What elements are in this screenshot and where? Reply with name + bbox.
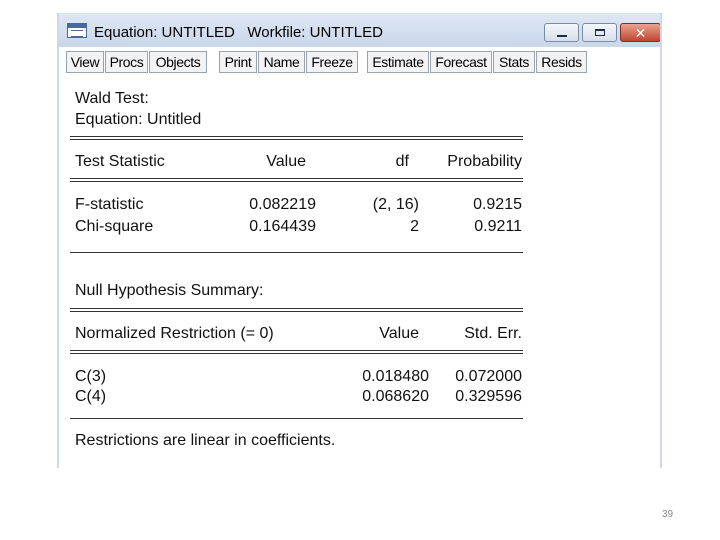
restrictions-note: Restrictions are linear in coefficients. bbox=[75, 432, 336, 449]
table-divider bbox=[70, 350, 523, 354]
close-button[interactable]: ✕ bbox=[620, 23, 660, 42]
output-heading: Wald Test: bbox=[75, 90, 149, 107]
c3-std-err: 0.072000 bbox=[455, 368, 522, 385]
wald-test-output: Wald Test: Equation: Untitled Test Stati… bbox=[59, 88, 660, 468]
forecast-button[interactable]: Forecast bbox=[430, 51, 492, 73]
test-header-probability: Probability bbox=[447, 153, 522, 170]
table-divider bbox=[70, 178, 523, 182]
null-hypothesis-summary-label: Null Hypothesis Summary: bbox=[75, 282, 264, 299]
test-row-chi-square: Chi-square bbox=[75, 218, 154, 235]
view-button[interactable]: View bbox=[66, 51, 104, 73]
estimate-button[interactable]: Estimate bbox=[367, 51, 429, 73]
procs-button[interactable]: Procs bbox=[105, 51, 148, 73]
table-divider bbox=[70, 308, 523, 312]
chi-square-probability: 0.9211 bbox=[474, 218, 522, 235]
equation-window: Equation: UNTITLED Workfile: UNTITLED ✕ … bbox=[57, 13, 662, 468]
minimize-icon bbox=[556, 34, 567, 37]
c4-std-err: 0.329596 bbox=[455, 388, 522, 405]
f-statistic-df: (2, 16) bbox=[372, 196, 419, 213]
table-divider bbox=[70, 252, 523, 253]
close-icon: ✕ bbox=[634, 24, 647, 41]
stats-button[interactable]: Stats bbox=[493, 51, 535, 73]
maximize-button[interactable] bbox=[582, 23, 617, 42]
table-divider bbox=[70, 418, 523, 419]
restriction-header-value: Value bbox=[379, 325, 419, 342]
toolbar: View Procs Objects Print Name Freeze Est… bbox=[59, 47, 660, 88]
maximize-icon bbox=[594, 29, 605, 36]
window-title: Equation: UNTITLED Workfile: UNTITLED bbox=[94, 24, 383, 41]
test-header-statistic: Test Statistic bbox=[75, 153, 165, 170]
minimize-button[interactable] bbox=[544, 23, 579, 42]
f-statistic-probability: 0.9215 bbox=[473, 196, 522, 213]
test-header-df: df bbox=[395, 153, 409, 170]
resids-button[interactable]: Resids bbox=[536, 51, 587, 73]
restriction-row-c4: C(4) bbox=[75, 388, 107, 405]
table-divider bbox=[70, 136, 523, 140]
f-statistic-value: 0.082219 bbox=[249, 196, 316, 213]
restriction-header-name: Normalized Restriction (= 0) bbox=[75, 325, 274, 342]
c3-value: 0.018480 bbox=[362, 368, 429, 385]
equation-window-icon bbox=[67, 23, 87, 38]
objects-button[interactable]: Objects bbox=[149, 51, 207, 73]
test-header-value: Value bbox=[266, 153, 306, 170]
equation-label: Equation: Untitled bbox=[75, 111, 202, 128]
chi-square-df: 2 bbox=[410, 218, 419, 235]
chi-square-value: 0.164439 bbox=[249, 218, 316, 235]
test-row-f-statistic: F-statistic bbox=[75, 196, 144, 213]
freeze-button[interactable]: Freeze bbox=[306, 51, 358, 73]
c4-value: 0.068620 bbox=[362, 388, 429, 405]
restriction-header-std-err: Std. Err. bbox=[464, 325, 522, 342]
page-number: 39 bbox=[662, 509, 674, 520]
restriction-row-c3: C(3) bbox=[75, 368, 107, 385]
name-button[interactable]: Name bbox=[258, 51, 305, 73]
title-bar[interactable]: Equation: UNTITLED Workfile: UNTITLED ✕ bbox=[59, 13, 660, 47]
print-button[interactable]: Print bbox=[219, 51, 257, 73]
